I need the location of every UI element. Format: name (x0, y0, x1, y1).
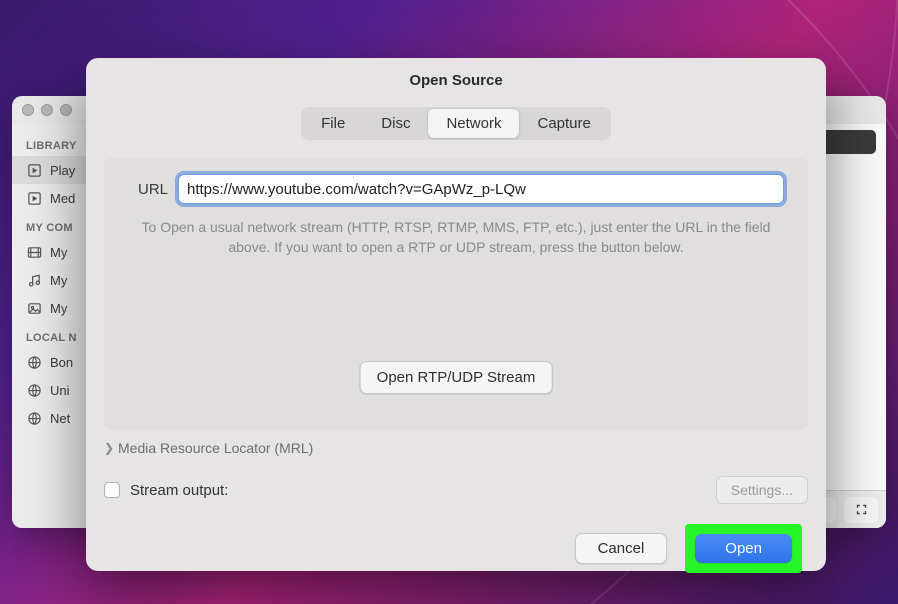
stream-output-label: Stream output: (130, 482, 228, 499)
close-icon[interactable] (22, 104, 34, 116)
tab-disc[interactable]: Disc (363, 109, 428, 138)
annotation-highlight: Open (685, 524, 802, 573)
fullscreen-button[interactable] (844, 497, 878, 523)
open-source-dialog: Open Source File Disc Network Capture UR… (86, 58, 826, 571)
mrl-label: Media Resource Locator (MRL) (118, 440, 313, 456)
zoom-icon[interactable] (60, 104, 72, 116)
window-controls (22, 104, 72, 116)
sidebar-item-label: Uni (50, 383, 70, 398)
mrl-disclosure[interactable]: ❯ Media Resource Locator (MRL) (104, 440, 808, 456)
stream-output-checkbox[interactable] (104, 482, 120, 498)
source-type-tabs: File Disc Network Capture (301, 107, 611, 140)
tab-capture[interactable]: Capture (519, 109, 608, 138)
cancel-button[interactable]: Cancel (575, 533, 668, 564)
url-label: URL (128, 181, 168, 198)
sidebar-item-label: My (50, 301, 67, 316)
url-input[interactable] (178, 174, 784, 204)
tab-file[interactable]: File (303, 109, 363, 138)
sidebar-item-label: My (50, 273, 67, 288)
sidebar-item-label: Net (50, 411, 70, 426)
minimize-icon[interactable] (41, 104, 53, 116)
tab-network[interactable]: Network (428, 109, 519, 138)
globe-icon (26, 354, 42, 370)
network-panel: URL To Open a usual network stream (HTTP… (104, 158, 808, 430)
sidebar-item-label: Med (50, 191, 75, 206)
chevron-right-icon: ❯ (104, 441, 114, 455)
sidebar-item-label: Bon (50, 355, 73, 370)
dialog-title: Open Source (104, 72, 808, 89)
globe-icon (26, 382, 42, 398)
music-icon (26, 272, 42, 288)
sidebar-item-label: Play (50, 163, 75, 178)
playlist-icon (26, 162, 42, 178)
open-rtp-udp-button[interactable]: Open RTP/UDP Stream (360, 361, 553, 394)
hint-text: To Open a usual network stream (HTTP, RT… (128, 218, 784, 257)
sidebar-item-label: My (50, 245, 67, 260)
globe-icon (26, 410, 42, 426)
playlist-icon (26, 190, 42, 206)
settings-button[interactable]: Settings... (716, 476, 808, 504)
photos-icon (26, 300, 42, 316)
video-icon (26, 244, 42, 260)
open-button[interactable]: Open (695, 534, 792, 563)
